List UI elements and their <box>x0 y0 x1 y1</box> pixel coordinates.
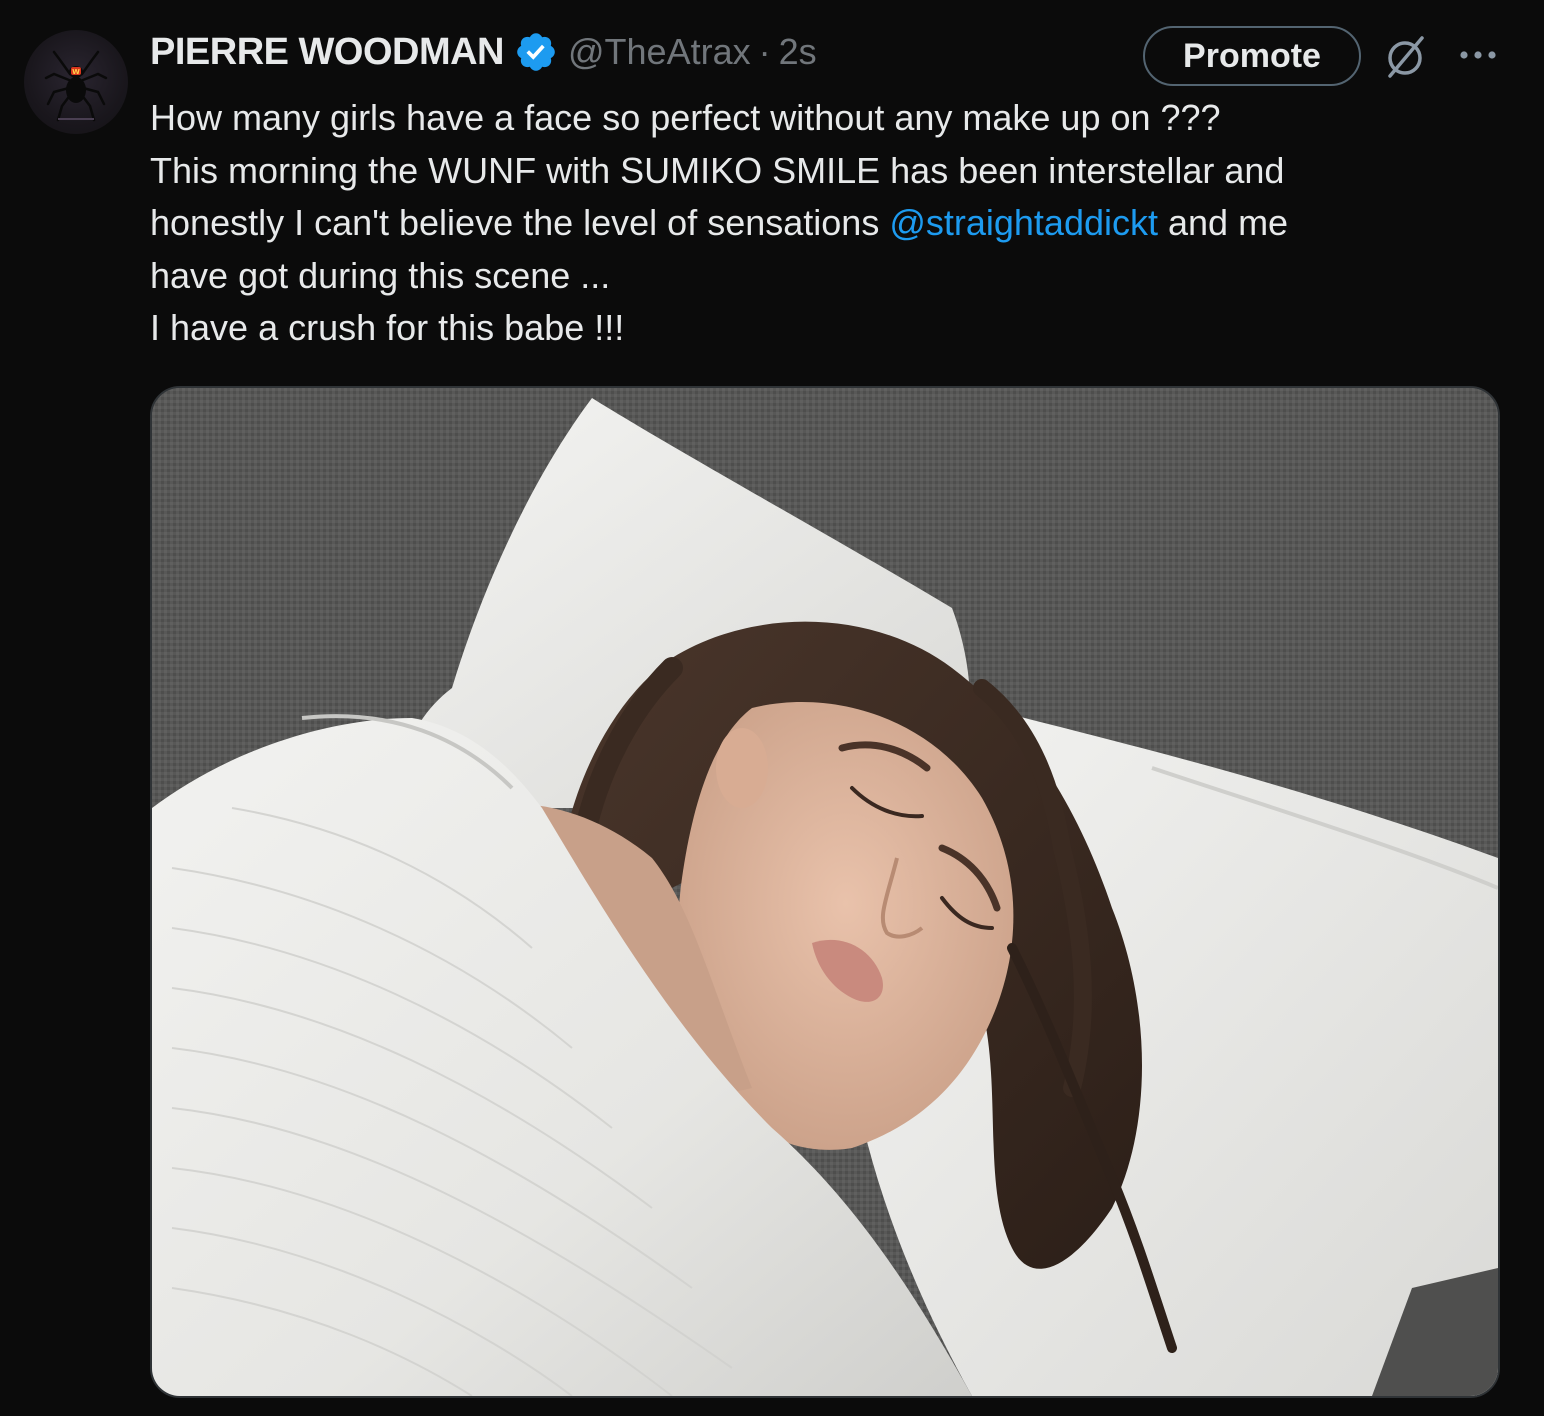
tweet-text-line: This morning the WUNF with SUMIKO SMILE … <box>150 149 1285 191</box>
tweet-text: How many girls have a face so perfect wi… <box>150 92 1500 355</box>
tweet-timestamp[interactable]: 2s <box>779 31 817 73</box>
author-display-name[interactable]: PIERRE WOODMAN <box>150 31 505 74</box>
tweet-text-line: I have a crush for this babe !!! <box>150 307 625 348</box>
tweet-header: PIERRE WOODMAN @TheAtrax · 2s <box>150 28 817 76</box>
mention-link[interactable]: @straightaddickt <box>889 202 1158 243</box>
tweet-text-line: How many girls have a face so perfect wi… <box>150 97 1221 138</box>
grok-icon[interactable] <box>1382 34 1428 80</box>
tweet-media-photo[interactable] <box>150 386 1500 1398</box>
header-separator: · <box>758 31 771 72</box>
promote-button[interactable]: Promote <box>1143 26 1361 86</box>
photo-image <box>152 388 1498 1396</box>
tweet-text-segment: honestly I can't believe the level of se… <box>150 202 890 243</box>
tweet: W PIERRE WOODMAN @TheAtrax · 2s Promote <box>0 0 1544 1416</box>
spider-logo-icon: W <box>44 50 108 122</box>
author-handle[interactable]: @TheAtrax <box>568 31 751 73</box>
more-options-icon[interactable] <box>1456 40 1500 70</box>
tweet-text-segment: and me <box>1158 202 1289 243</box>
avatar-logo-text: W <box>72 68 80 76</box>
tweet-text-line: honestly I can't believe the level of se… <box>150 197 1500 250</box>
tweet-text-line: have got during this scene ... <box>150 254 611 296</box>
verified-badge-icon[interactable] <box>514 30 558 74</box>
author-avatar[interactable]: W <box>24 30 128 134</box>
